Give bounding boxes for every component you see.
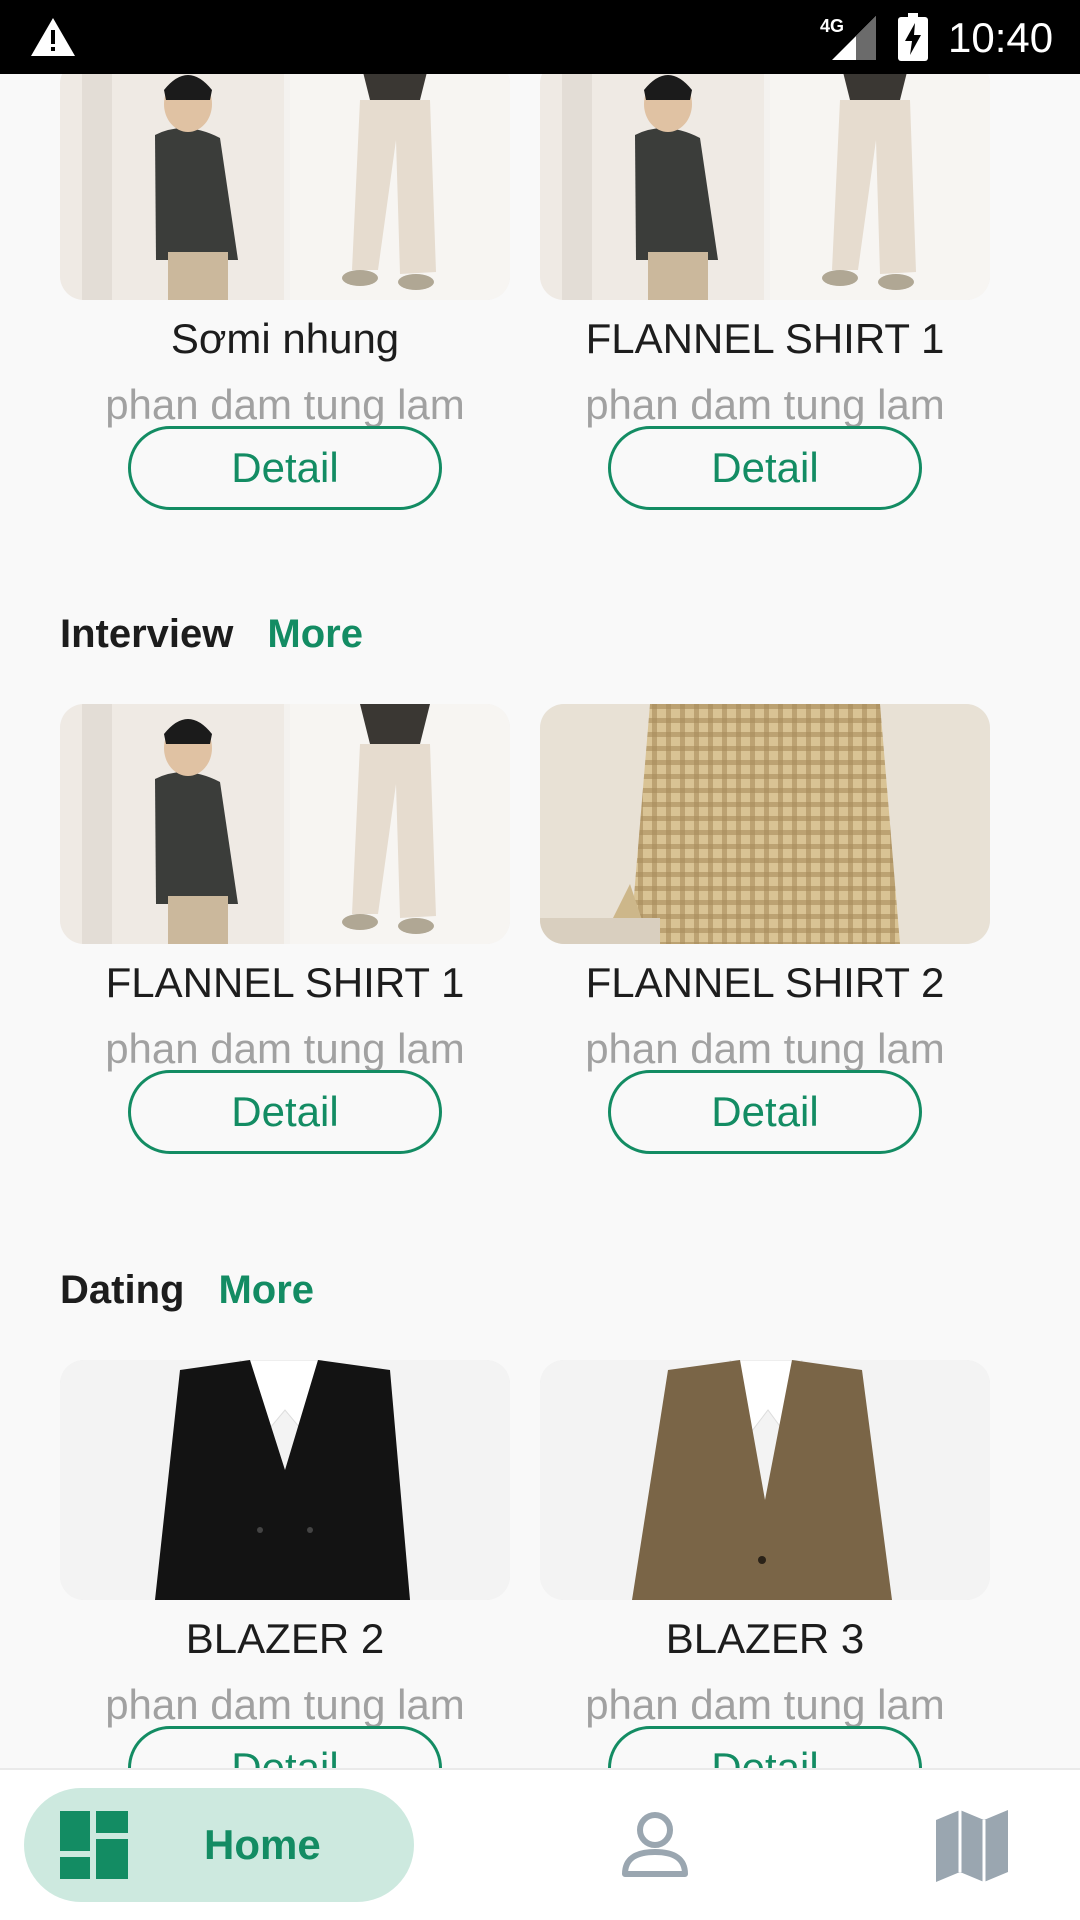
product-title: FLANNEL SHIRT 2 [585,959,945,1006]
section-header-interview: Interview More [60,604,363,664]
product-author: phan dam tung lam [105,1025,465,1072]
battery-charging-icon [898,13,928,61]
detail-button[interactable]: Detail [608,1070,922,1154]
product-card[interactable]: Sơmi nhung phan dam tung lam Detail [60,74,510,510]
map-icon[interactable] [936,1810,1008,1882]
status-bar: 4G 10:40 [0,0,1080,74]
dashboard-icon [60,1811,128,1879]
detail-button[interactable]: Detail [128,1726,442,1768]
product-title: BLAZER 3 [665,1615,865,1662]
detail-button[interactable]: Detail [608,1726,922,1768]
signal-4g-icon: 4G [820,16,876,60]
product-card[interactable]: BLAZER 3 phan dam tung lam Detail [540,1360,990,1768]
section-header-dating: Dating More [60,1260,314,1320]
product-author: phan dam tung lam [585,1025,945,1072]
product-card[interactable]: FLANNEL SHIRT 1 phan dam tung lam Detail [540,74,990,510]
product-card[interactable]: FLANNEL SHIRT 1 phan dam tung lam Detail [60,704,510,1154]
product-author: phan dam tung lam [585,1681,945,1728]
product-title: Sơmi nhung [170,315,400,362]
product-author: phan dam tung lam [105,381,465,428]
product-title: FLANNEL SHIRT 1 [105,959,465,1006]
product-image [60,1360,510,1600]
product-author: phan dam tung lam [105,1681,465,1728]
nav-home-tab[interactable]: Home [24,1788,414,1902]
product-image [60,74,510,300]
product-title: FLANNEL SHIRT 1 [585,315,945,362]
product-card[interactable]: BLAZER 2 phan dam tung lam Detail [60,1360,510,1768]
product-image [60,704,510,944]
section-title: Interview [60,611,234,656]
product-image [540,1360,990,1600]
more-link[interactable]: More [267,612,363,657]
more-link[interactable]: More [218,1268,314,1313]
content-scroll[interactable]: Sơmi nhung phan dam tung lam Detail FLAN… [0,74,1080,1768]
product-author: phan dam tung lam [585,381,945,428]
product-image [540,704,990,944]
product-title: BLAZER 2 [185,1615,385,1662]
detail-button[interactable]: Detail [128,1070,442,1154]
product-card[interactable]: FLANNEL SHIRT 2 phan dam tung lam Detail [540,704,990,1154]
detail-button[interactable]: Detail [128,426,442,510]
person-icon[interactable] [620,1810,690,1880]
product-image [540,74,990,300]
warning-icon [31,18,75,56]
section-title: Dating [60,1267,185,1312]
svg-text:4G: 4G [820,16,844,36]
nav-home-label: Home [204,1821,321,1868]
status-time: 10:40 [948,14,1054,61]
bottom-navigation: Home [0,1768,1080,1920]
detail-button[interactable]: Detail [608,426,922,510]
